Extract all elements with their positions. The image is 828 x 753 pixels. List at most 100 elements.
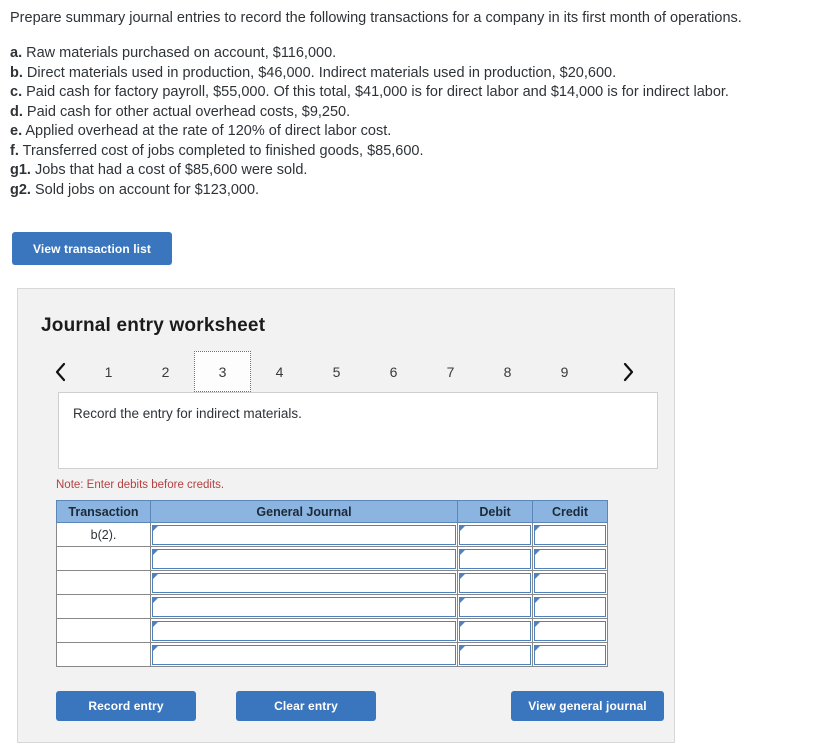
cell-debit-wrapper [457, 642, 533, 667]
pagination-page-2[interactable]: 2 [137, 351, 194, 392]
record-entry-button[interactable]: Record entry [56, 691, 196, 721]
debit-input[interactable] [459, 524, 531, 545]
table-row [56, 594, 608, 619]
transaction-fact-item: f. Transferred cost of jobs completed to… [10, 142, 818, 162]
debit-input[interactable] [459, 644, 531, 665]
pagination-page-8[interactable]: 8 [479, 351, 536, 392]
cell-credit-wrapper [532, 570, 608, 595]
transaction-fact-item: g2. Sold jobs on account for $123,000. [10, 181, 818, 201]
cell-transaction[interactable]: b(2). [56, 522, 151, 547]
transaction-fact-text: Paid cash for other actual overhead cost… [26, 103, 351, 120]
worksheet-action-bar: Record entry Clear entry View general jo… [56, 691, 664, 723]
pagination-page-4[interactable]: 4 [251, 351, 308, 392]
problem-statement: Prepare summary journal entries to recor… [0, 0, 828, 200]
problem-lead-text: Prepare summary journal entries to recor… [10, 10, 742, 26]
general-journal-input[interactable] [152, 644, 456, 665]
transaction-fact-text: Direct materials used in production, $46… [26, 64, 617, 81]
transaction-fact-text: Sold jobs on account for $123,000. [34, 181, 260, 198]
worksheet-title: Journal entry worksheet [41, 315, 266, 336]
column-header-credit: Credit [532, 500, 608, 523]
credit-input[interactable] [534, 620, 606, 641]
pagination-page-1[interactable]: 1 [80, 351, 137, 392]
pagination-spacer [593, 351, 608, 392]
cell-transaction[interactable] [56, 618, 151, 643]
credit-input[interactable] [534, 644, 606, 665]
journal-table-body: b(2). [56, 522, 608, 667]
column-header-debit: Debit [457, 500, 533, 523]
pagination-number-list: 123456789 [80, 351, 608, 392]
column-header-general-journal: General Journal [150, 500, 458, 523]
transaction-fact-item: b. Direct materials used in production, … [10, 64, 818, 84]
transaction-fact-text: Transferred cost of jobs completed to fi… [22, 142, 424, 159]
cell-credit-wrapper [532, 594, 608, 619]
cell-transaction[interactable] [56, 642, 151, 667]
table-row: b(2). [56, 522, 608, 547]
transaction-fact-key: e. [10, 123, 23, 139]
transaction-fact-text: Raw materials purchased on account, $116… [26, 45, 337, 61]
cell-general-journal-wrapper [150, 618, 458, 643]
transaction-fact-key: g2. [10, 181, 31, 198]
transaction-fact-key: f. [10, 142, 19, 159]
cell-general-journal-wrapper [150, 594, 458, 619]
debit-input[interactable] [459, 620, 531, 641]
transaction-fact-item: c. Paid cash for factory payroll, $55,00… [10, 83, 818, 103]
worksheet-pagination: 123456789 [40, 351, 648, 392]
clear-entry-button[interactable]: Clear entry [236, 691, 376, 721]
transaction-fact-key: g1. [10, 162, 31, 178]
cell-transaction[interactable] [56, 546, 151, 571]
general-journal-input[interactable] [152, 572, 456, 593]
general-journal-input[interactable] [152, 620, 456, 641]
journal-entry-worksheet-panel: Journal entry worksheet 123456789 Record… [17, 288, 675, 743]
transaction-fact-key: c. [10, 84, 23, 100]
credit-input[interactable] [534, 596, 606, 617]
cell-general-journal-wrapper [150, 570, 458, 595]
cell-credit-wrapper [532, 642, 608, 667]
credit-input[interactable] [534, 572, 606, 593]
debit-input[interactable] [459, 548, 531, 569]
chevron-left-icon[interactable] [40, 351, 80, 392]
pagination-page-5[interactable]: 5 [308, 351, 365, 392]
debit-input[interactable] [459, 572, 531, 593]
transaction-fact-item: e. Applied overhead at the rate of 120% … [10, 122, 818, 142]
cell-debit-wrapper [457, 546, 533, 571]
pagination-page-7[interactable]: 7 [422, 351, 479, 392]
table-row [56, 618, 608, 643]
cell-credit-wrapper [532, 618, 608, 643]
transaction-fact-text: Applied overhead at the rate of 120% of … [25, 123, 392, 139]
transaction-fact-item: d. Paid cash for other actual overhead c… [10, 103, 818, 123]
table-row [56, 570, 608, 595]
cell-general-journal-wrapper [150, 546, 458, 571]
transaction-fact-list: a. Raw materials purchased on account, $… [10, 44, 818, 200]
entry-instruction-box: Record the entry for indirect materials. [58, 392, 658, 469]
view-transaction-list-button[interactable]: View transaction list [12, 232, 172, 265]
transaction-fact-item: a. Raw materials purchased on account, $… [10, 44, 818, 64]
view-general-journal-button[interactable]: View general journal [511, 691, 664, 721]
cell-general-journal-wrapper [150, 642, 458, 667]
cell-transaction[interactable] [56, 594, 151, 619]
transaction-fact-text: Jobs that had a cost of $85,600 were sol… [34, 162, 308, 178]
pagination-page-6[interactable]: 6 [365, 351, 422, 392]
transaction-fact-key: b. [10, 64, 23, 81]
transaction-fact-key: a. [10, 45, 23, 61]
cell-debit-wrapper [457, 618, 533, 643]
cell-debit-wrapper [457, 570, 533, 595]
credit-input[interactable] [534, 524, 606, 545]
cell-general-journal-wrapper [150, 522, 458, 547]
credit-input[interactable] [534, 548, 606, 569]
table-header-row: Transaction General Journal Debit Credit [56, 500, 608, 523]
general-journal-input[interactable] [152, 596, 456, 617]
cell-credit-wrapper [532, 522, 608, 547]
cell-transaction[interactable] [56, 570, 151, 595]
pagination-page-3[interactable]: 3 [194, 351, 251, 392]
pagination-page-9[interactable]: 9 [536, 351, 593, 392]
cell-credit-wrapper [532, 546, 608, 571]
debits-before-credits-note: Note: Enter debits before credits. [56, 479, 225, 491]
transaction-fact-key: d. [10, 103, 23, 120]
general-journal-input[interactable] [152, 524, 456, 545]
chevron-right-icon[interactable] [608, 351, 648, 392]
transaction-fact-item: g1. Jobs that had a cost of $85,600 were… [10, 161, 818, 181]
debit-input[interactable] [459, 596, 531, 617]
general-journal-input[interactable] [152, 548, 456, 569]
cell-debit-wrapper [457, 522, 533, 547]
table-row [56, 546, 608, 571]
